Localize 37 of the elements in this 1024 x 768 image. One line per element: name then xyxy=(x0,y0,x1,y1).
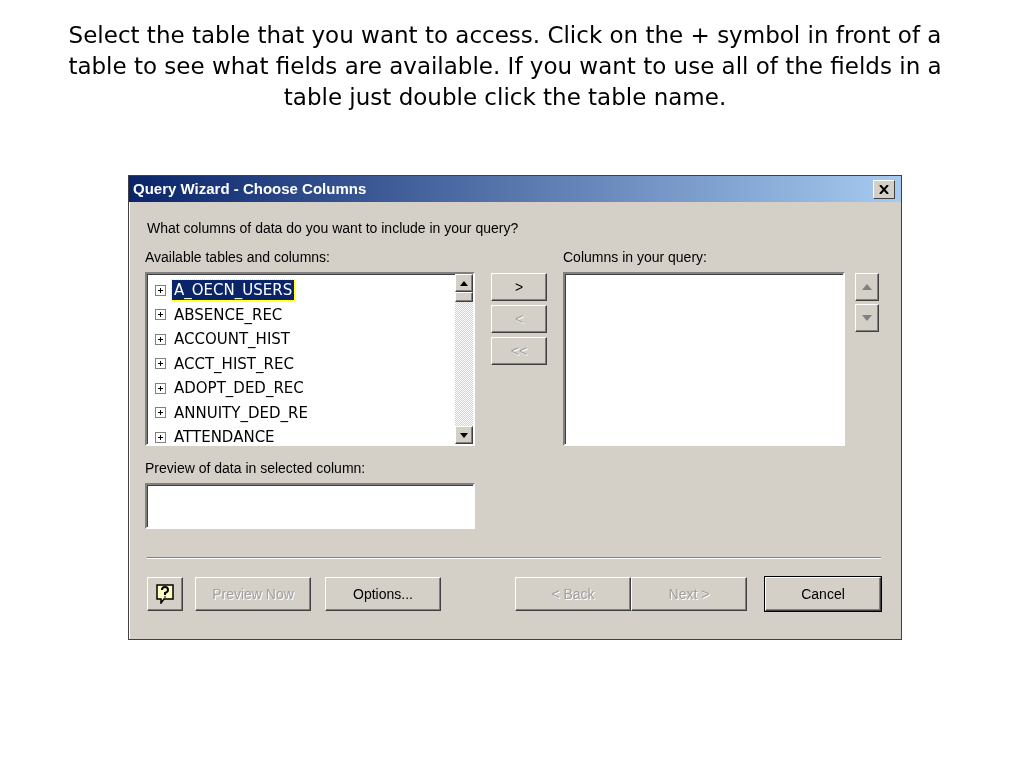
field-label: Columns in your query: xyxy=(563,248,708,268)
scrollbar[interactable] xyxy=(455,274,473,445)
expand-icon[interactable] xyxy=(155,407,166,419)
wizard-button[interactable]: Options... xyxy=(325,577,441,612)
wizard-button[interactable]: Cancel xyxy=(765,577,881,612)
table-item[interactable]: ACCT_HIST_REC xyxy=(172,353,296,374)
expand-icon[interactable] xyxy=(155,358,166,370)
expand-icon[interactable] xyxy=(155,309,166,321)
scroll-down-button[interactable] xyxy=(455,426,473,445)
table-item[interactable]: ABSENCE_REC xyxy=(172,304,285,325)
table-item[interactable]: ATTENDANCE xyxy=(172,427,277,445)
slide-caption: Select the table that you want to access. Click on the + symbol in front of a table to see what fields are available. If you want to use all of the fields in a table just double click the table name. xyxy=(67,21,943,113)
table-item[interactable]: ANNUITY_DED_RE xyxy=(172,402,310,423)
field-label: Preview of data in selected column: xyxy=(145,459,367,479)
move-down-button[interactable] xyxy=(855,304,879,333)
expand-icon[interactable] xyxy=(155,382,166,394)
scroll-up-button[interactable] xyxy=(455,274,473,293)
up-arrow-icon xyxy=(460,280,468,286)
field-label: Available tables and columns: xyxy=(145,248,331,268)
table-item[interactable]: A_OECN_USERS xyxy=(172,280,295,301)
move-up-button[interactable] xyxy=(855,273,879,302)
query-columns-list[interactable] xyxy=(563,272,845,447)
help-button[interactable] xyxy=(147,577,183,612)
table-item[interactable]: ACCOUNT_HIST xyxy=(172,329,292,350)
window-title: Query Wizard - Choose Columns xyxy=(133,178,367,199)
expand-icon[interactable] xyxy=(155,431,166,443)
question-text: What columns of data do you want to include in your query? xyxy=(147,219,520,239)
close-icon xyxy=(879,184,889,194)
move-button[interactable]: > xyxy=(491,273,547,302)
expand-icon[interactable] xyxy=(155,284,166,296)
preview-field[interactable] xyxy=(145,483,475,530)
help-icon xyxy=(156,584,174,605)
down-arrow-icon xyxy=(460,432,468,438)
close-button[interactable] xyxy=(873,179,895,199)
scroll-thumb[interactable] xyxy=(455,292,473,303)
table-item[interactable]: ADOPT_DED_REC xyxy=(172,378,306,399)
expand-icon[interactable] xyxy=(155,333,166,345)
